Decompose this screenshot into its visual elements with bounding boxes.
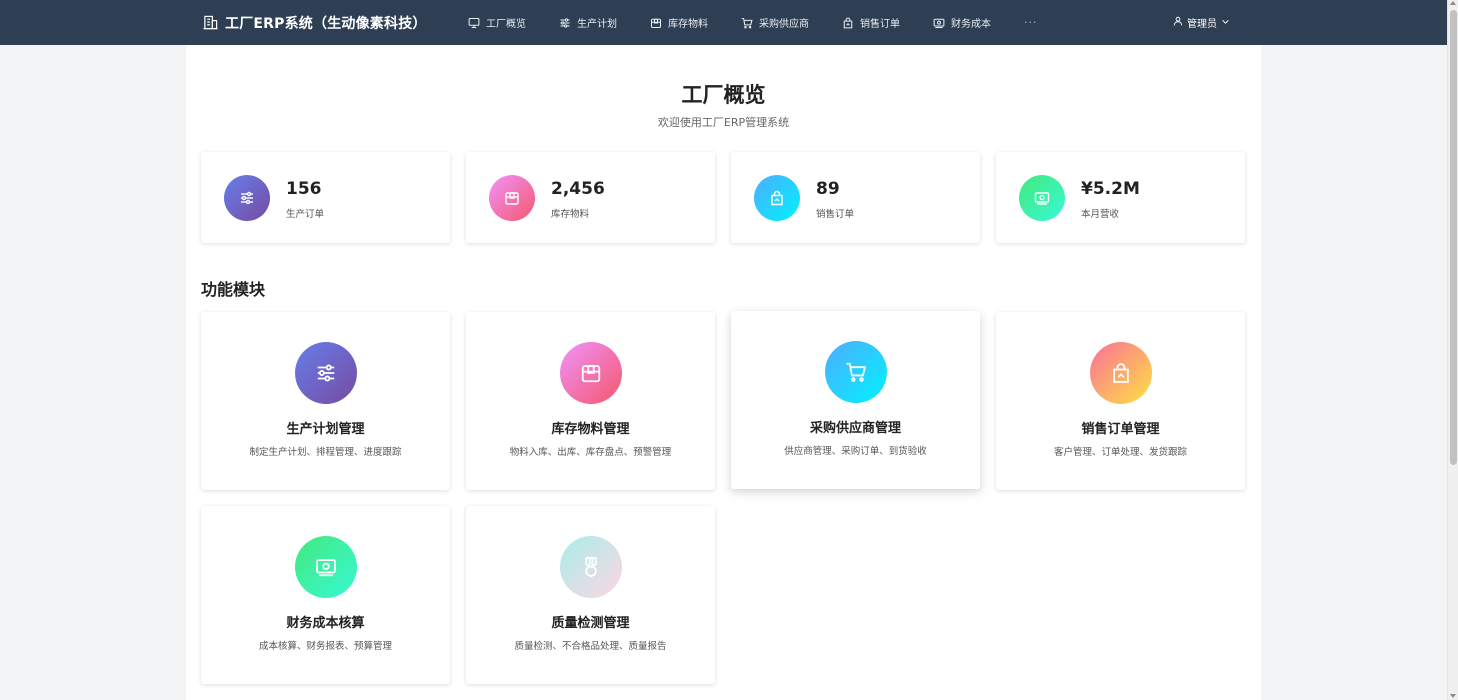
nav-label: 采购供应商 <box>759 19 809 30</box>
nav-label: 财务成本 <box>951 19 991 30</box>
nav-item-procurement[interactable]: 采购供应商 <box>741 15 809 30</box>
main-content: 工厂概览 欢迎使用工厂ERP管理系统 156 生产订单 2,456 库存物料 8… <box>186 45 1261 700</box>
module-card-inventory[interactable]: 库存物料管理 物料入库、出库、库存盘点、预警管理 <box>466 312 715 490</box>
module-card-sales-orders[interactable]: 销售订单管理 客户管理、订单处理、发货跟踪 <box>996 312 1245 490</box>
nav-item-overview[interactable]: 工厂概览 <box>468 15 526 30</box>
stat-value: 89 <box>816 179 840 199</box>
module-card-finance[interactable]: 财务成本核算 成本核算、财务报表、预算管理 <box>201 506 450 684</box>
module-card-procurement[interactable]: 采购供应商管理 供应商管理、采购订单、到货验收 <box>731 311 980 489</box>
stat-value: ¥5.2M <box>1081 179 1140 199</box>
sliders-icon <box>559 17 571 29</box>
box-icon <box>650 17 662 29</box>
scrollbar-thumb[interactable] <box>1450 10 1457 465</box>
stat-card-production-orders: 156 生产订单 <box>201 152 450 243</box>
brand[interactable]: 工厂ERP系统（生动像素科技） <box>203 0 427 45</box>
page-subtitle: 欢迎使用工厂ERP管理系统 <box>657 116 790 129</box>
stat-label: 生产订单 <box>286 209 325 220</box>
stat-card-inventory: 2,456 库存物料 <box>466 152 715 243</box>
stat-label: 库存物料 <box>551 209 590 220</box>
module-desc: 客户管理、订单处理、发货跟踪 <box>1053 447 1187 458</box>
shopping-bag-icon <box>842 17 854 29</box>
module-title: 质量检测管理 <box>551 616 630 631</box>
module-desc: 制定生产计划、排程管理、进度跟踪 <box>249 447 402 458</box>
page-scrollbar[interactable] <box>1447 0 1458 700</box>
stat-value: 2,456 <box>551 179 605 199</box>
cart-icon <box>741 17 753 29</box>
nav-item-inventory[interactable]: 库存物料 <box>650 15 708 30</box>
main-nav: 工厂概览 生产计划 库存物料 采购供应商 销售订单 财务成本 ··· <box>468 0 1071 45</box>
nav-item-sales[interactable]: 销售订单 <box>842 15 900 30</box>
module-desc: 物料入库、出库、库存盘点、预警管理 <box>509 447 672 458</box>
money-icon <box>933 17 945 29</box>
user-icon <box>1173 16 1183 29</box>
sliders-icon <box>295 342 357 404</box>
stat-label: 本月营收 <box>1081 209 1120 220</box>
nav-more-button[interactable]: ··· <box>1024 16 1038 29</box>
shopping-bag-icon <box>754 175 800 221</box>
module-title: 生产计划管理 <box>286 422 365 437</box>
module-desc: 质量检测、不合格品处理、质量报告 <box>514 641 667 652</box>
module-desc: 成本核算、财务报表、预算管理 <box>258 641 392 652</box>
module-title: 库存物料管理 <box>551 422 630 437</box>
nav-label: 生产计划 <box>577 19 617 30</box>
nav-label: 库存物料 <box>668 19 708 30</box>
box-icon <box>560 342 622 404</box>
money-icon <box>1019 175 1065 221</box>
module-card-quality[interactable]: 质量检测管理 质量检测、不合格品处理、质量报告 <box>466 506 715 684</box>
shopping-bag-icon <box>1090 342 1152 404</box>
nav-item-finance[interactable]: 财务成本 <box>933 15 991 30</box>
medal-icon <box>560 536 622 598</box>
module-title: 采购供应商管理 <box>809 421 901 436</box>
stat-card-sales-orders: 89 销售订单 <box>731 152 980 243</box>
section-title: 功能模块 <box>201 280 266 299</box>
stat-card-monthly-revenue: ¥5.2M 本月营收 <box>996 152 1245 243</box>
stat-value: 156 <box>286 179 322 199</box>
cart-icon <box>825 341 887 403</box>
money-icon <box>295 536 357 598</box>
building-icon <box>203 15 218 30</box>
scroll-down-arrow-icon[interactable] <box>1450 694 1456 698</box>
nav-label: 工厂概览 <box>486 19 526 30</box>
module-title: 销售订单管理 <box>1081 422 1160 437</box>
nav-item-production[interactable]: 生产计划 <box>559 15 617 30</box>
module-desc: 供应商管理、采购订单、到货验收 <box>784 446 927 457</box>
module-card-production-planning[interactable]: 生产计划管理 制定生产计划、排程管理、进度跟踪 <box>201 312 450 490</box>
chevron-down-icon <box>1221 17 1230 29</box>
scroll-up-arrow-icon[interactable] <box>1450 1 1456 5</box>
nav-label: 销售订单 <box>860 19 900 30</box>
user-name: 管理员 <box>1187 19 1217 30</box>
box-icon <box>489 175 535 221</box>
brand-title: 工厂ERP系统（生动像素科技） <box>225 15 427 32</box>
top-navbar: 工厂ERP系统（生动像素科技） 工厂概览 生产计划 库存物料 采购供应商 销售订… <box>0 0 1447 45</box>
user-menu[interactable]: 管理员 <box>1173 0 1230 45</box>
stat-label: 销售订单 <box>816 209 855 220</box>
sliders-icon <box>224 175 270 221</box>
monitor-icon <box>468 17 480 29</box>
page-title: 工厂概览 <box>681 83 766 107</box>
module-title: 财务成本核算 <box>286 616 365 631</box>
